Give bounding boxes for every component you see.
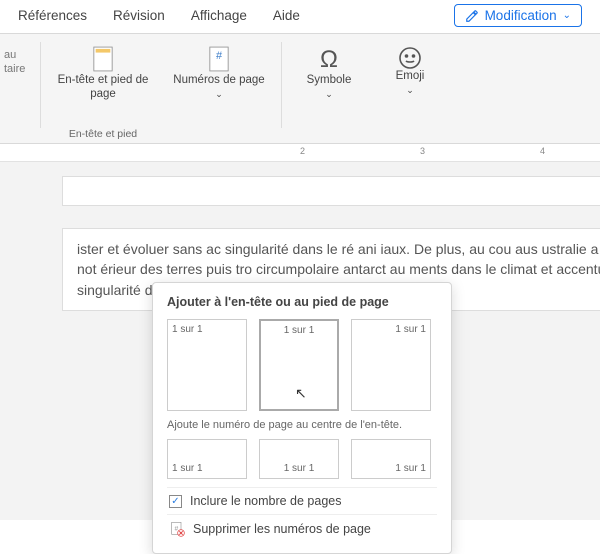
chevron-down-icon: ⌄ [406, 85, 414, 95]
menu-affichage[interactable]: Affichage [191, 8, 247, 23]
cursor-icon: ↖ [295, 385, 307, 402]
ribbon-group-header-footer: En-tête et pied de page En-tête et pied [45, 38, 161, 142]
popup-title: Ajouter à l'en-tête ou au pied de page [167, 295, 437, 309]
document-area: < # > sur < # > ister et évoluer sans ac… [0, 162, 600, 520]
thumb-label: 1 sur 1 [172, 324, 203, 335]
thumb-header-center[interactable]: 1 sur 1 ↖ [259, 319, 339, 411]
menu-aide[interactable]: Aide [273, 8, 300, 23]
edit-mode-label: Modification [485, 8, 557, 23]
frag: taire [4, 62, 34, 76]
ruler: 2 3 4 [0, 144, 600, 162]
ruler-tick: 3 [420, 146, 425, 156]
ribbon-group-symbol: Ω Symbole⌄ [286, 38, 372, 128]
page-number-popup: Ajouter à l'en-tête ou au pied de page 1… [152, 282, 452, 554]
ribbon-label: Numéros de page ⌄ [169, 74, 269, 102]
chevron-down-icon: ⌄ [563, 10, 571, 21]
separator [281, 42, 282, 128]
ribbon-label: Emoji⌄ [396, 70, 425, 98]
thumb-header-right[interactable]: 1 sur 1 [351, 319, 431, 411]
include-page-count-toggle[interactable]: ✓ Inclure le nombre de pages [167, 487, 437, 514]
page-numbers-button[interactable]: # Numéros de page ⌄ [169, 40, 269, 126]
header-position-row: 1 sur 1 1 sur 1 ↖ 1 sur 1 [167, 319, 437, 411]
thumb-label: 1 sur 1 [284, 325, 315, 336]
checkbox-checked-icon: ✓ [169, 495, 182, 508]
page-header-field[interactable]: < # > sur < # > [62, 176, 600, 206]
thumb-label: 1 sur 1 [395, 324, 426, 335]
header-footer-button[interactable]: En-tête et pied de page [53, 40, 153, 126]
separator [40, 42, 41, 128]
emoji-icon [398, 46, 422, 70]
ribbon-label: Symbole⌄ [307, 74, 352, 102]
delete-page-number-icon: # [169, 521, 185, 537]
delete-page-numbers-label: Supprimer les numéros de page [193, 522, 371, 536]
footer-position-row: 1 sur 1 1 sur 1 1 sur 1 [167, 439, 437, 479]
thumb-footer-right[interactable]: 1 sur 1 [351, 439, 431, 479]
delete-page-numbers-button[interactable]: # Supprimer les numéros de page [167, 514, 437, 543]
chevron-down-icon: ⌄ [325, 89, 333, 99]
popup-tooltip: Ajoute le numéro de page au centre de l'… [167, 419, 437, 431]
thumb-footer-left[interactable]: 1 sur 1 [167, 439, 247, 479]
page-number-icon: # [208, 46, 230, 72]
omega-icon: Ω [320, 46, 338, 74]
edit-mode-button[interactable]: Modification ⌄ [454, 4, 582, 27]
ribbon-left-fragment: au taire [0, 38, 36, 77]
svg-text:#: # [216, 50, 223, 62]
menubar: Références Révision Affichage Aide Modif… [0, 0, 600, 34]
chevron-down-icon: ⌄ [215, 89, 223, 99]
ruler-tick: 4 [540, 146, 545, 156]
thumb-header-left[interactable]: 1 sur 1 [167, 319, 247, 411]
ribbon-tooltip-fragment: En-tête et pied [69, 128, 137, 140]
ribbon-label: En-tête et pied de page [53, 74, 153, 102]
symbol-button[interactable]: Ω Symbole⌄ [294, 40, 364, 126]
include-page-count-label: Inclure le nombre de pages [190, 494, 341, 508]
thumb-label: 1 sur 1 [284, 463, 315, 474]
ribbon-group-page-numbers: # Numéros de page ⌄ [161, 38, 277, 128]
page-header-icon [92, 46, 114, 72]
thumb-footer-center[interactable]: 1 sur 1 [259, 439, 339, 479]
emoji-button[interactable]: Emoji⌄ [380, 40, 440, 126]
thumb-label: 1 sur 1 [395, 463, 426, 474]
ribbon: au taire En-tête et pied de page En-tête… [0, 34, 600, 144]
ruler-tick: 2 [300, 146, 305, 156]
frag: au [4, 48, 34, 62]
ribbon-group-emoji: Emoji⌄ [372, 38, 448, 128]
thumb-label: 1 sur 1 [172, 463, 203, 474]
menu-revision[interactable]: Révision [113, 8, 165, 23]
menu-references[interactable]: Références [18, 8, 87, 23]
pencil-icon [465, 9, 479, 23]
